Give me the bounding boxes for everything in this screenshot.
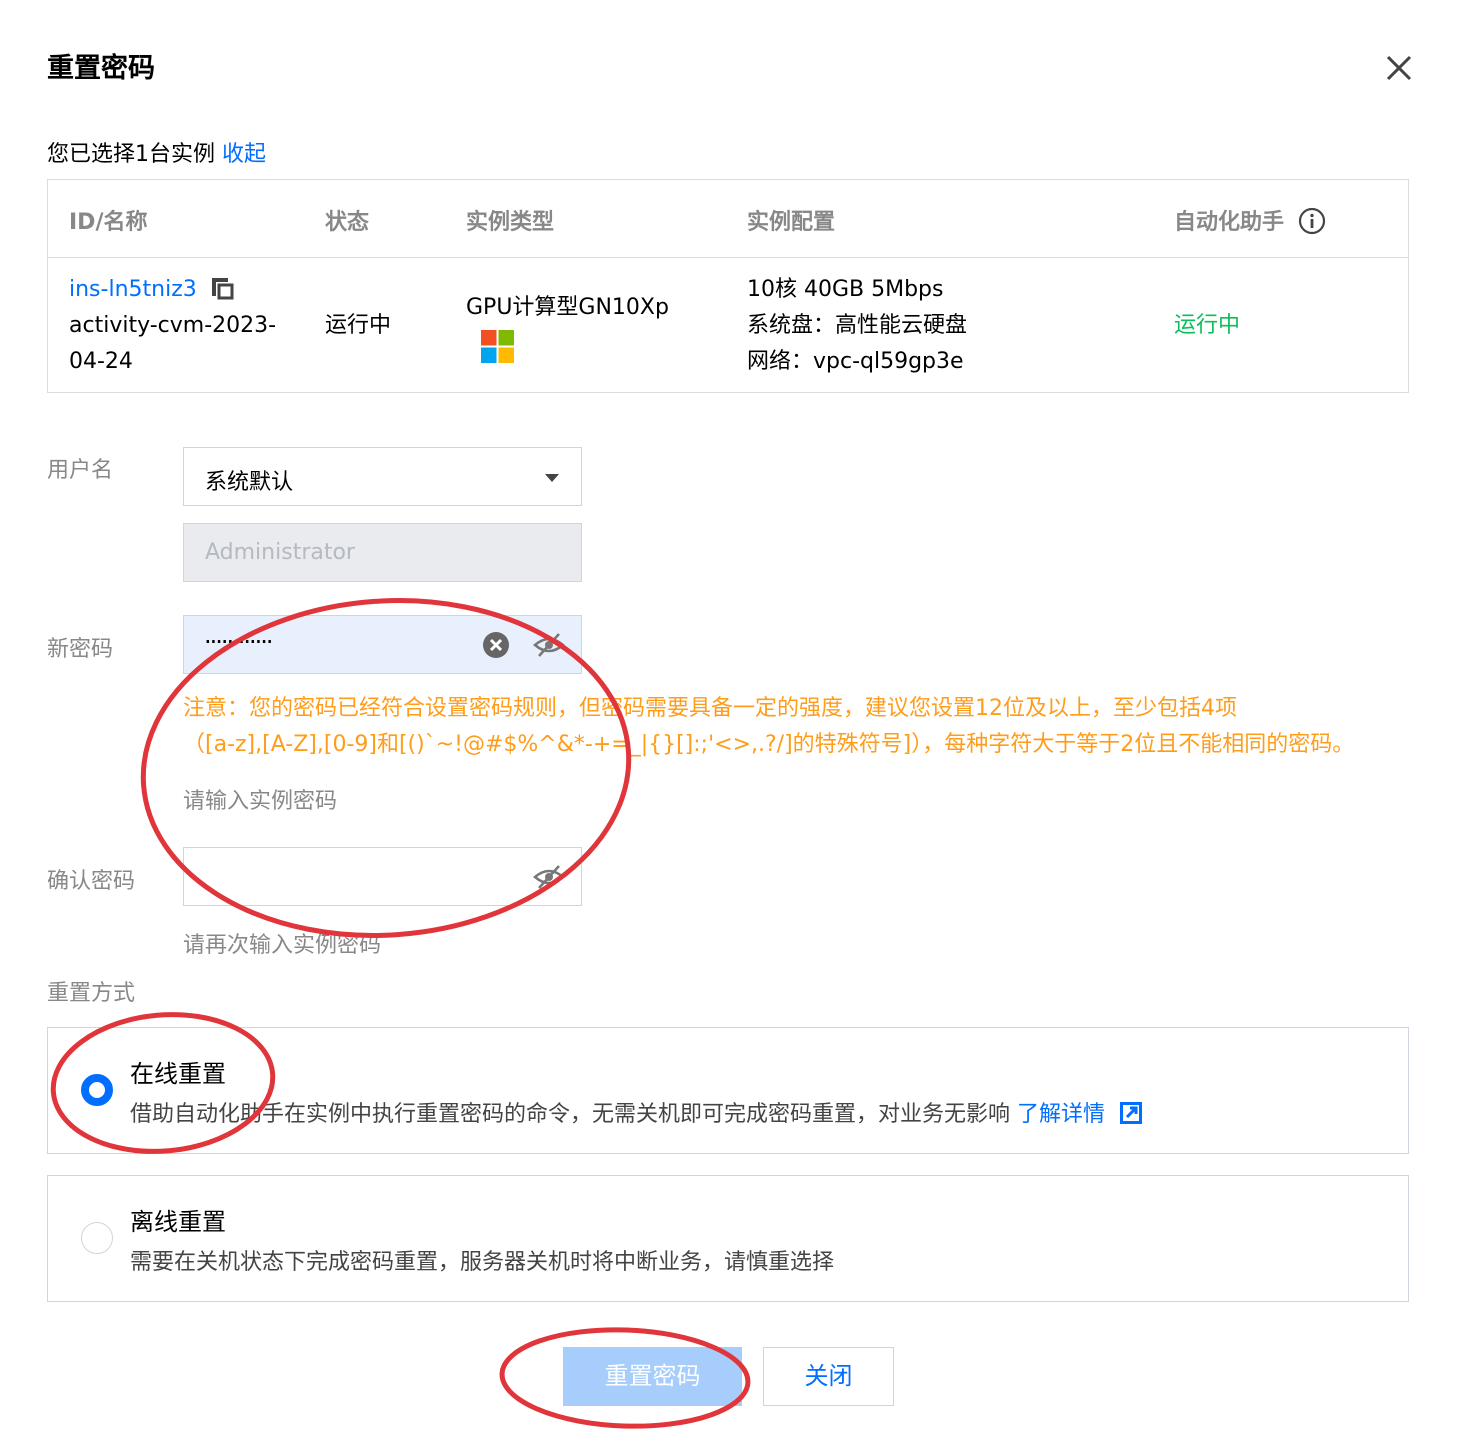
header-agent: 自动化助手 xyxy=(1174,204,1326,236)
radio-offline[interactable] xyxy=(81,1222,113,1254)
username-field-value: Administrator xyxy=(205,540,355,565)
confirm-password-input[interactable] xyxy=(183,847,582,906)
instance-id-link[interactable]: ins-ln5tniz3 xyxy=(69,277,197,302)
instance-type: GPU计算型GN10Xp xyxy=(466,295,669,320)
header-agent-label: 自动化助手 xyxy=(1174,210,1285,235)
new-password-hint: 请输入实例密码 xyxy=(183,789,338,814)
instance-table: ID/名称 状态 实例类型 实例配置 自动化助手 ins-ln5tniz3 ac… xyxy=(47,179,1409,393)
option-offline-title: 离线重置 xyxy=(130,1208,226,1236)
selected-count-text: 您已选择1台实例 xyxy=(47,142,215,167)
confirm-password-hint: 请再次输入实例密码 xyxy=(183,933,382,958)
clear-icon[interactable] xyxy=(482,631,510,659)
collapse-link[interactable]: 收起 xyxy=(222,142,266,167)
config-network: 网络：vpc-ql59gp3e xyxy=(747,349,964,374)
copy-icon[interactable] xyxy=(210,276,234,300)
reset-method-label: 重置方式 xyxy=(47,981,136,1006)
header-status: 状态 xyxy=(325,210,370,235)
instance-status: 运行中 xyxy=(325,313,392,338)
info-icon[interactable] xyxy=(1298,207,1326,235)
close-button[interactable]: 关闭 xyxy=(763,1347,894,1406)
config-spec: 10核 40GB 5Mbps xyxy=(747,277,944,302)
option-online-title: 在线重置 xyxy=(130,1060,226,1088)
confirm-password-label: 确认密码 xyxy=(47,869,136,894)
external-link-icon[interactable] xyxy=(1120,1102,1143,1124)
username-label: 用户名 xyxy=(47,458,114,483)
reset-password-button[interactable]: 重置密码 xyxy=(563,1347,742,1406)
new-password-label: 新密码 xyxy=(47,637,114,662)
selected-summary: 您已选择1台实例 收起 xyxy=(47,136,266,168)
option-online-reset[interactable]: 在线重置 借助自动化助手在实例中执行重置密码的命令，无需关机即可完成密码重置，对… xyxy=(47,1027,1409,1154)
warning-line1: 注意：您的密码已经符合设置密码规则，但密码需要具备一定的强度，建议您设置12位及… xyxy=(183,696,1237,721)
table-header: ID/名称 状态 实例类型 实例配置 自动化助手 xyxy=(48,180,1408,258)
header-id-name: ID/名称 xyxy=(69,210,148,235)
eye-off-icon[interactable] xyxy=(533,631,565,659)
instance-id-cell: ins-ln5tniz3 xyxy=(69,272,234,308)
chevron-down-icon xyxy=(545,474,559,482)
username-select[interactable]: 系统默认 xyxy=(183,447,582,506)
learn-more-link[interactable]: 了解详情 xyxy=(1017,1102,1105,1127)
option-online-desc: 借助自动化助手在实例中执行重置密码的命令，无需关机即可完成密码重置，对业务无影响 xyxy=(130,1102,1011,1127)
password-strength-warning: 注意：您的密码已经符合设置密码规则，但密码需要具备一定的强度，建议您设置12位及… xyxy=(183,691,1363,763)
radio-online-selected[interactable] xyxy=(81,1074,113,1106)
instance-name-line2: 04-24 xyxy=(69,349,133,374)
close-icon[interactable] xyxy=(1383,52,1415,84)
instance-name-line1: activity-cvm-2023- xyxy=(69,313,277,338)
username-select-value: 系统默认 xyxy=(205,470,294,495)
eye-off-icon[interactable] xyxy=(533,863,565,891)
header-config: 实例配置 xyxy=(747,210,836,235)
windows-logo-icon xyxy=(481,330,514,363)
option-offline-desc: 需要在关机状态下完成密码重置，服务器关机时将中断业务，请慎重选择 xyxy=(130,1250,835,1275)
new-password-input[interactable]: ············ xyxy=(183,615,582,674)
warning-line2: （[a-z],[A-Z],[0-9]和[()`~!@#$%^&*-+=_|{}[… xyxy=(183,732,1355,757)
agent-status: 运行中 xyxy=(1174,313,1241,338)
new-password-value: ············ xyxy=(204,628,274,656)
dialog-title: 重置密码 xyxy=(47,53,155,84)
header-type: 实例类型 xyxy=(466,210,555,235)
config-disk: 系统盘：高性能云硬盘 xyxy=(747,313,968,338)
option-online-desc-wrap: 借助自动化助手在实例中执行重置密码的命令，无需关机即可完成密码重置，对业务无影响… xyxy=(130,1096,1143,1128)
option-offline-reset[interactable]: 离线重置 需要在关机状态下完成密码重置，服务器关机时将中断业务，请慎重选择 xyxy=(47,1175,1409,1302)
username-field: Administrator xyxy=(183,523,582,582)
